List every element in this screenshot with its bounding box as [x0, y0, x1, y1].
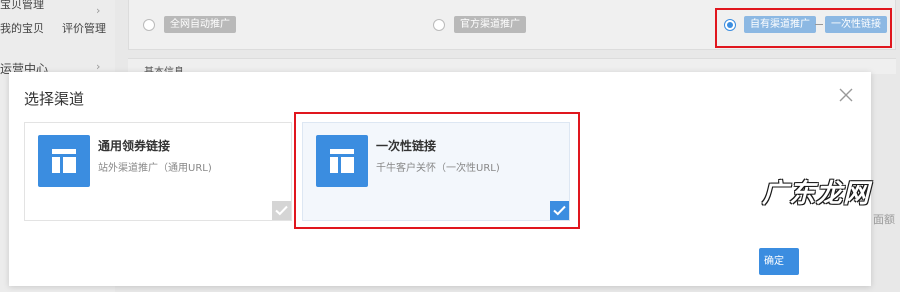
chevron-right-icon: › [96, 4, 101, 17]
dialog-title: 选择渠道 [24, 90, 85, 108]
watermark-text: 广东龙网 [762, 178, 871, 209]
checkbox-unchecked-icon[interactable] [272, 201, 291, 220]
card-title: 通用领券链接 [98, 139, 171, 153]
highlight-box-card [294, 112, 580, 229]
radio-official-promotion[interactable] [433, 19, 445, 31]
sidebar-item-my-goods[interactable]: 我的宝贝 [0, 20, 44, 36]
tag-auto-promotion: 全网自动推广 [164, 16, 236, 33]
highlight-box-channel [715, 8, 892, 48]
template-icon [38, 135, 90, 187]
sidebar-item-reviews[interactable]: 评价管理 [62, 20, 106, 36]
watermark-logo: 广东龙网 [762, 172, 870, 210]
sidebar-item-goods[interactable]: 宝贝管理 [0, 0, 44, 12]
radio-auto-promotion[interactable] [143, 19, 155, 31]
tag-official-promotion: 官方渠道推广 [454, 16, 526, 33]
close-icon[interactable] [838, 87, 854, 103]
confirm-button[interactable]: 确定 [759, 248, 799, 275]
channel-card-general-coupon[interactable]: 通用领券链接 站外渠道推广（通用URL) [24, 122, 292, 221]
background-amount-label: 面额 [873, 213, 895, 226]
card-description: 站外渠道推广（通用URL) [98, 163, 212, 174]
